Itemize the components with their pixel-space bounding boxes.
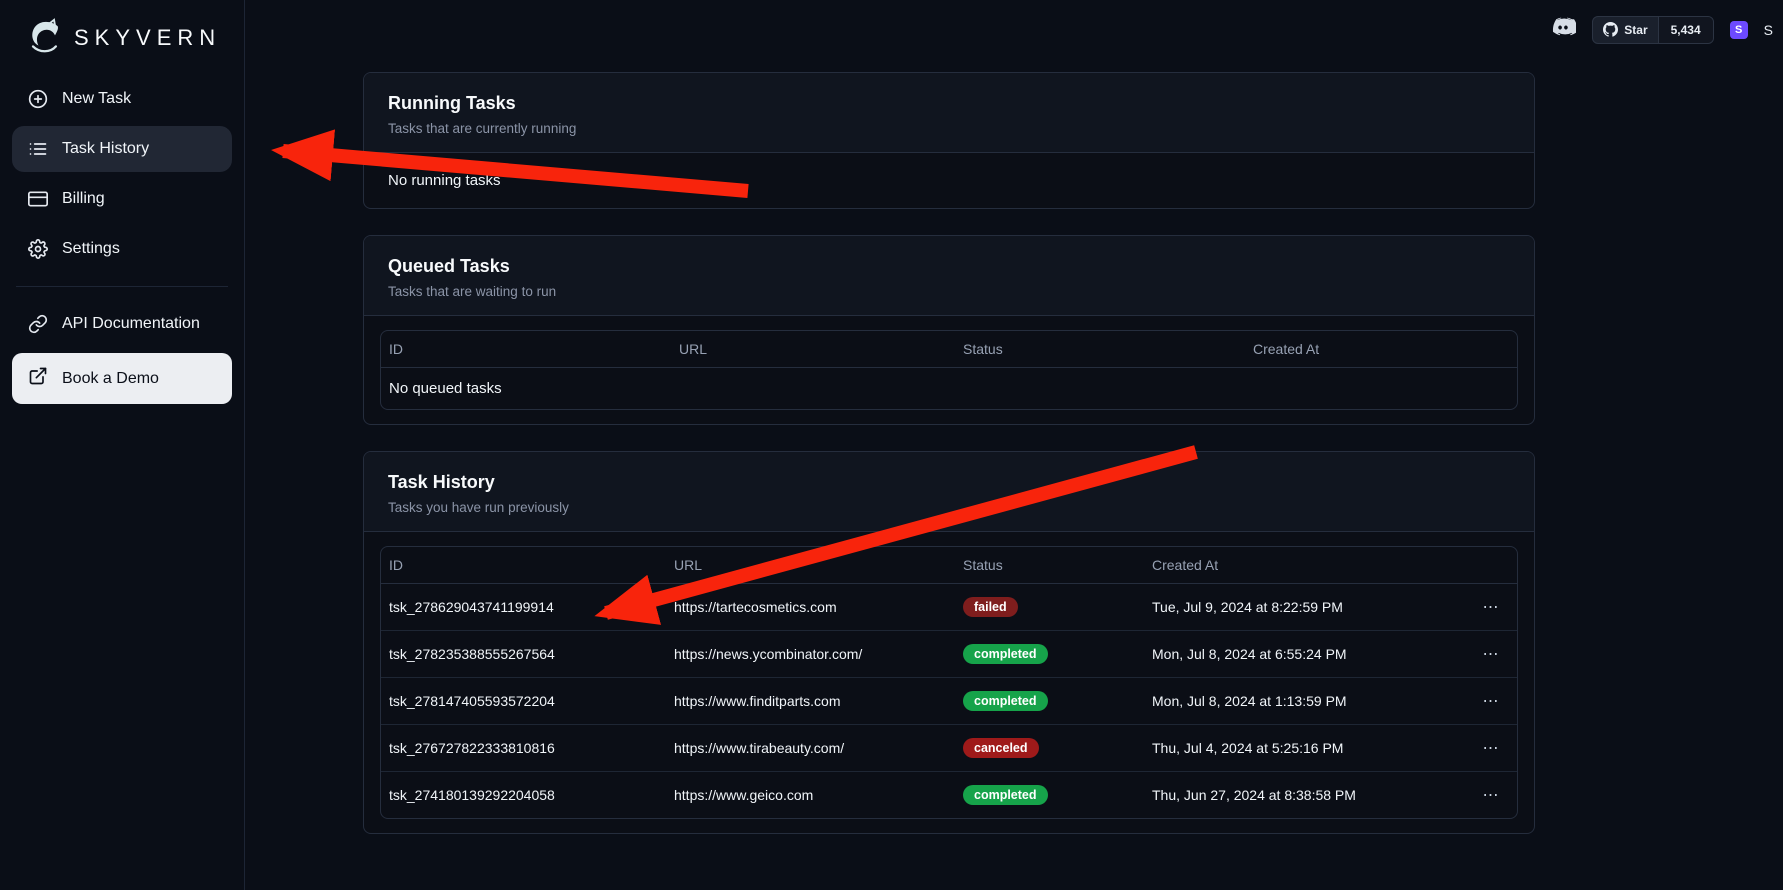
running-tasks-card: Running Tasks Tasks that are currently r… bbox=[363, 72, 1535, 209]
skyvern-logo-icon bbox=[22, 18, 66, 58]
sidebar-item-label: API Documentation bbox=[62, 315, 200, 333]
user-name: S bbox=[1764, 22, 1773, 38]
queued-tasks-table: ID URL Status Created At No queued tasks bbox=[380, 330, 1518, 410]
gear-icon bbox=[28, 239, 48, 259]
cell-url: https://news.ycombinator.com/ bbox=[666, 633, 955, 675]
column-header-id: ID bbox=[381, 331, 671, 367]
github-icon bbox=[1603, 22, 1618, 37]
cell-url: https://www.finditparts.com bbox=[666, 680, 955, 722]
cell-created-at: Tue, Jul 9, 2024 at 8:22:59 PM bbox=[1144, 586, 1465, 628]
task-history-table: ID URL Status Created At tsk_27862904374… bbox=[380, 546, 1518, 819]
cell-status: completed bbox=[955, 631, 1144, 677]
cell-id: tsk_278629043741199914 bbox=[381, 586, 666, 628]
table-row[interactable]: tsk_274180139292204058 https://www.geico… bbox=[381, 772, 1517, 818]
credit-card-icon bbox=[28, 189, 48, 209]
queued-tasks-card: Queued Tasks Tasks that are waiting to r… bbox=[363, 235, 1535, 425]
running-tasks-subtitle: Tasks that are currently running bbox=[388, 121, 1510, 136]
brand-name: SKYVERN bbox=[74, 25, 221, 51]
cell-status: completed bbox=[955, 678, 1144, 724]
status-badge: completed bbox=[963, 691, 1048, 711]
status-badge: completed bbox=[963, 644, 1048, 664]
running-tasks-title: Running Tasks bbox=[388, 93, 1510, 114]
cell-created-at: Thu, Jun 27, 2024 at 8:38:58 PM bbox=[1144, 774, 1465, 816]
row-actions-button[interactable]: ⋯ bbox=[1465, 584, 1517, 630]
column-header-status: Status bbox=[955, 331, 1245, 367]
cell-url: https://tartecosmetics.com bbox=[666, 586, 955, 628]
main-content: Running Tasks Tasks that are currently r… bbox=[245, 0, 1783, 890]
status-badge: completed bbox=[963, 785, 1048, 805]
table-row[interactable]: tsk_278147405593572204 https://www.findi… bbox=[381, 678, 1517, 725]
github-star-label: Star bbox=[1624, 23, 1647, 37]
column-header-status: Status bbox=[955, 547, 1144, 583]
history-table-body: tsk_278629043741199914 https://tartecosm… bbox=[381, 584, 1517, 818]
link-icon bbox=[28, 314, 48, 334]
github-star-widget[interactable]: Star 5,434 bbox=[1592, 16, 1713, 44]
list-icon bbox=[28, 139, 48, 159]
brand[interactable]: SKYVERN bbox=[12, 14, 232, 76]
cell-id: tsk_274180139292204058 bbox=[381, 774, 666, 816]
user-avatar[interactable]: S bbox=[1730, 21, 1748, 39]
queued-tasks-subtitle: Tasks that are waiting to run bbox=[388, 284, 1510, 299]
discord-icon[interactable] bbox=[1550, 14, 1576, 45]
sidebar-item-api-documentation[interactable]: API Documentation bbox=[12, 301, 232, 347]
task-history-title: Task History bbox=[388, 472, 1510, 493]
sidebar-item-task-history[interactable]: Task History bbox=[12, 126, 232, 172]
column-header-url: URL bbox=[666, 547, 955, 583]
task-history-header: Task History Tasks you have run previous… bbox=[364, 452, 1534, 532]
sidebar-item-label: Task History bbox=[62, 140, 149, 158]
cell-id: tsk_278147405593572204 bbox=[381, 680, 666, 722]
sidebar-item-billing[interactable]: Billing bbox=[12, 176, 232, 222]
book-a-demo-label: Book a Demo bbox=[62, 370, 159, 388]
cell-status: failed bbox=[955, 584, 1144, 630]
column-header-id: ID bbox=[381, 547, 666, 583]
cell-id: tsk_276727822333810816 bbox=[381, 727, 666, 769]
table-row[interactable]: tsk_278629043741199914 https://tartecosm… bbox=[381, 584, 1517, 631]
column-header-created-at: Created At bbox=[1245, 331, 1517, 367]
running-tasks-header: Running Tasks Tasks that are currently r… bbox=[364, 73, 1534, 153]
external-link-icon bbox=[28, 366, 48, 391]
sidebar-item-label: Billing bbox=[62, 190, 105, 208]
row-actions-button[interactable]: ⋯ bbox=[1465, 678, 1517, 724]
plus-circle-icon bbox=[28, 89, 48, 109]
sidebar-item-settings[interactable]: Settings bbox=[12, 226, 232, 272]
cell-id: tsk_278235388555267564 bbox=[381, 633, 666, 675]
row-actions-button[interactable]: ⋯ bbox=[1465, 772, 1517, 818]
column-header-actions bbox=[1465, 555, 1517, 575]
task-history-card: Task History Tasks you have run previous… bbox=[363, 451, 1535, 834]
sidebar-divider bbox=[16, 286, 228, 287]
sidebar-nav: New Task Task History Billing Settings bbox=[12, 76, 232, 404]
cell-url: https://www.tirabeauty.com/ bbox=[666, 727, 955, 769]
queued-tasks-header: Queued Tasks Tasks that are waiting to r… bbox=[364, 236, 1534, 316]
topbar: Star 5,434 S S bbox=[1550, 14, 1773, 45]
sidebar-item-new-task[interactable]: New Task bbox=[12, 76, 232, 122]
cell-created-at: Mon, Jul 8, 2024 at 6:55:24 PM bbox=[1144, 633, 1465, 675]
column-header-url: URL bbox=[671, 331, 955, 367]
table-row[interactable]: tsk_278235388555267564 https://news.ycom… bbox=[381, 631, 1517, 678]
history-table-header-row: ID URL Status Created At bbox=[381, 547, 1517, 584]
status-badge: canceled bbox=[963, 738, 1039, 758]
cell-created-at: Thu, Jul 4, 2024 at 5:25:16 PM bbox=[1144, 727, 1465, 769]
queued-tasks-empty: No queued tasks bbox=[381, 368, 1517, 409]
github-star-count: 5,434 bbox=[1658, 17, 1713, 43]
cell-url: https://www.geico.com bbox=[666, 774, 955, 816]
sidebar: SKYVERN New Task Task History Billing Se… bbox=[0, 0, 245, 890]
book-a-demo-button[interactable]: Book a Demo bbox=[12, 353, 232, 404]
running-tasks-empty: No running tasks bbox=[364, 153, 1534, 208]
cell-status: completed bbox=[955, 772, 1144, 818]
queued-tasks-title: Queued Tasks bbox=[388, 256, 1510, 277]
row-actions-button[interactable]: ⋯ bbox=[1465, 631, 1517, 677]
cell-status: canceled bbox=[955, 725, 1144, 771]
queued-table-header-row: ID URL Status Created At bbox=[381, 331, 1517, 368]
sidebar-item-label: Settings bbox=[62, 240, 120, 258]
cell-created-at: Mon, Jul 8, 2024 at 1:13:59 PM bbox=[1144, 680, 1465, 722]
table-row[interactable]: tsk_276727822333810816 https://www.tirab… bbox=[381, 725, 1517, 772]
column-header-created-at: Created At bbox=[1144, 547, 1465, 583]
task-history-subtitle: Tasks you have run previously bbox=[388, 500, 1510, 515]
status-badge: failed bbox=[963, 597, 1018, 617]
row-actions-button[interactable]: ⋯ bbox=[1465, 725, 1517, 771]
sidebar-item-label: New Task bbox=[62, 90, 131, 108]
